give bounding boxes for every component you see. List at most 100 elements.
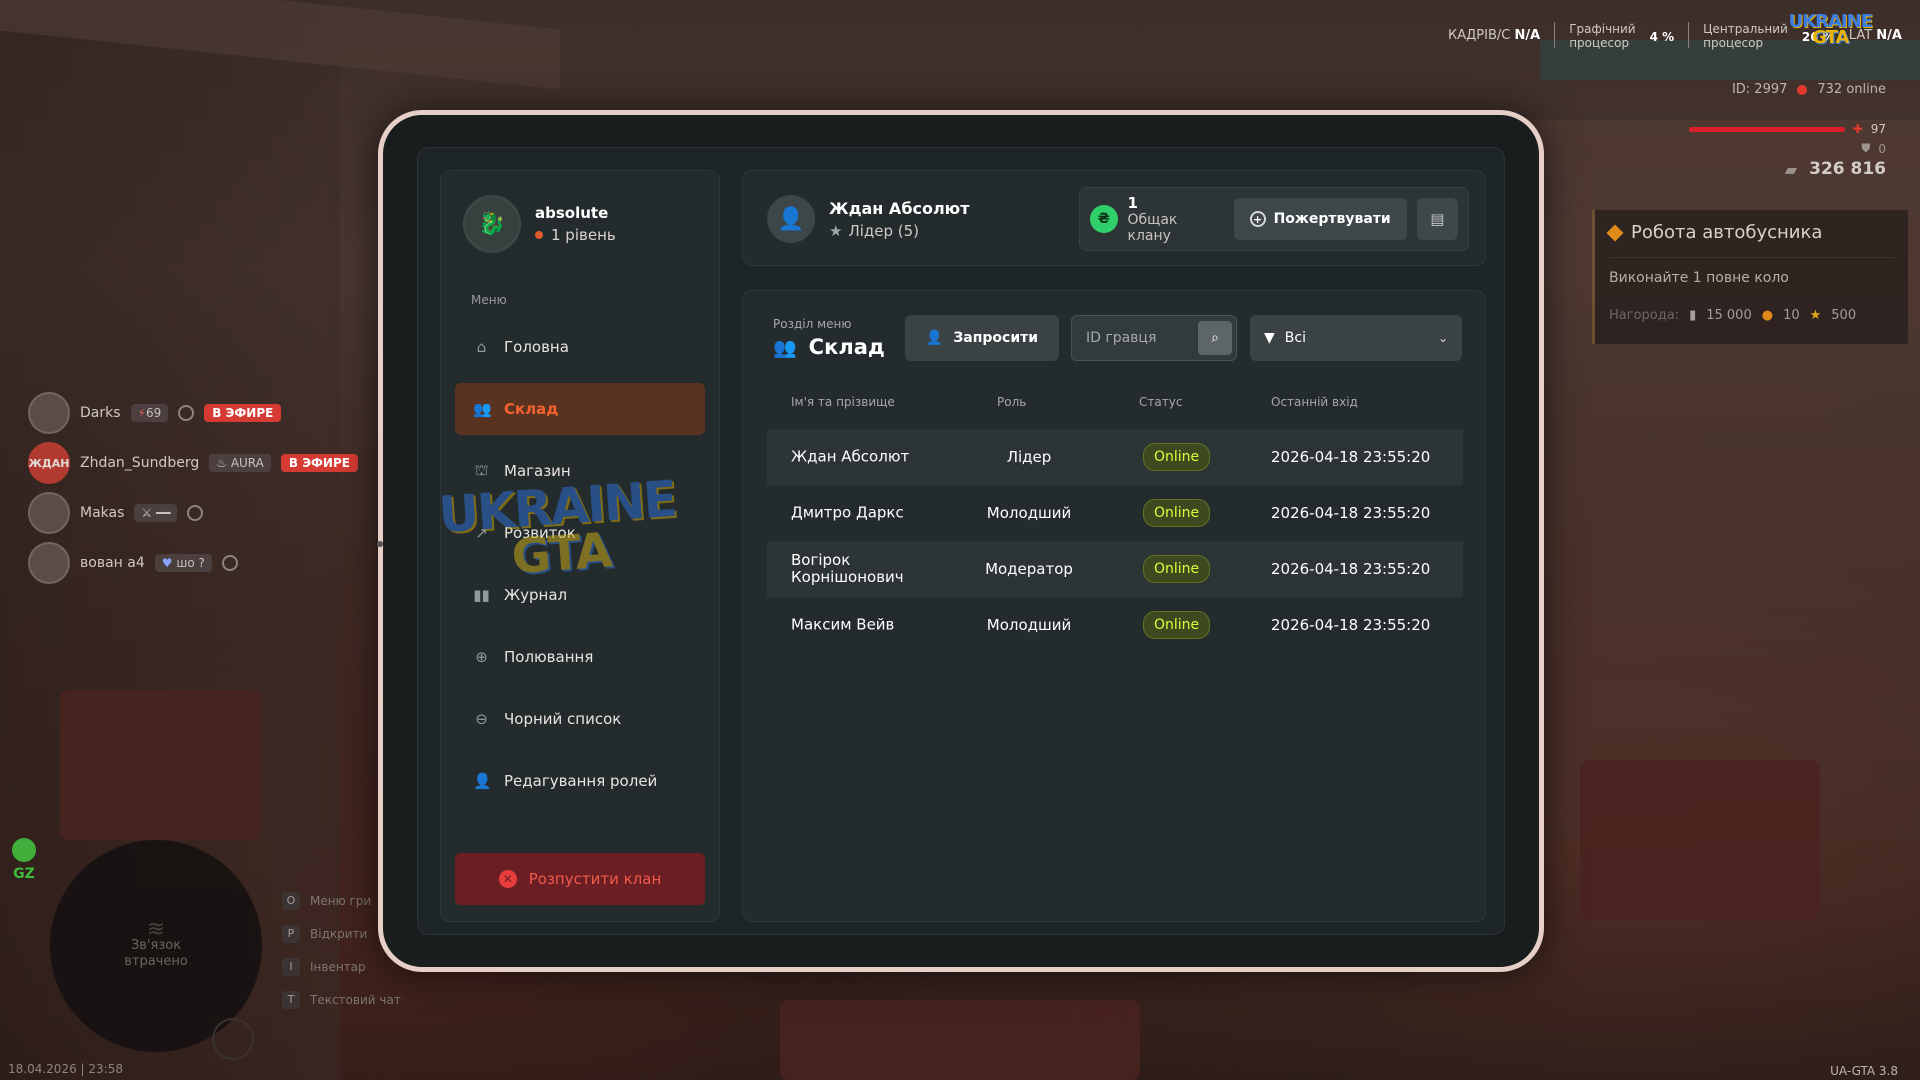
microphone-icon — [212, 1018, 254, 1060]
sidebar-item-development[interactable]: ↗ Розвиток — [455, 507, 705, 559]
performance-hud: КАДРІВ/С N/A Графічний процесор 4 % Цент… — [1448, 13, 1902, 51]
scene-chair — [1580, 760, 1820, 920]
hotkey-label: Інвентар — [310, 959, 366, 974]
player-id-search: ⌕ — [1071, 315, 1237, 361]
bank-caption: Общак клану — [1127, 212, 1178, 244]
scene-chair — [60, 690, 260, 840]
clan-header-card: 👤 Ждан Абсолют ★ Лідер (5) ₴ 1 Общак клан… — [742, 170, 1486, 266]
user-icon: 👤 — [767, 195, 815, 243]
star-icon: ★ — [829, 221, 843, 240]
player-tag: ♥ шо ? — [154, 554, 212, 572]
table-row[interactable]: Дмитро Даркс Молодший Online 2026-04-18 … — [767, 485, 1463, 541]
money-value: 326 816 — [1809, 159, 1886, 179]
server-logo: UKRAINE GTA — [1789, 13, 1873, 48]
quest-description: Виконайте 1 повне коло — [1609, 257, 1894, 286]
column-header-name: Ім'я та прізвище — [791, 395, 895, 409]
member-last-login: 2026-04-18 23:55:20 — [1271, 560, 1431, 578]
role-filter-select[interactable]: ▼ Всі ⌄ — [1250, 315, 1462, 361]
hotkey-key: I — [282, 957, 300, 976]
bolt-icon: ⚡ — [137, 406, 146, 420]
health-value: 97 — [1870, 122, 1886, 136]
reward-star-icon: ★ — [1809, 308, 1822, 323]
cpu-label-2: процесор — [1703, 36, 1764, 50]
archive-box-button[interactable]: ▤ — [1416, 198, 1458, 240]
fps-value: N/A — [1514, 28, 1541, 43]
reward-coins: 10 — [1783, 308, 1800, 323]
archive-icon: ▤ — [1430, 210, 1445, 228]
on-air-badge: В ЭФИРЕ — [204, 404, 282, 422]
sidebar-item-home[interactable]: ⌂ Головна — [455, 321, 705, 373]
sidebar-item-label: Магазин — [504, 462, 571, 480]
sidebar-item-shop[interactable]: ⛫ Магазин — [455, 445, 705, 497]
sidebar-item-label: Склад — [504, 400, 559, 418]
section-title-row: 👥 Склад — [773, 335, 885, 359]
reward-label: Нагорода: — [1609, 308, 1680, 323]
member-name: Максим Вейв — [791, 615, 895, 634]
clan-bank: ₴ 1 Общак клану + Пожертвувати ▤ — [1079, 187, 1469, 251]
member-last-login: 2026-04-18 23:55:20 — [1271, 504, 1431, 522]
player-avatar — [28, 542, 70, 584]
player-id: ID: 2997 — [1731, 82, 1788, 97]
member-name: Вогірок Корнішонович — [791, 551, 904, 586]
search-button[interactable]: ⌕ — [1198, 321, 1232, 355]
disband-clan-button[interactable]: ✕ Розпустити клан — [455, 853, 705, 905]
player-avatar — [28, 392, 70, 434]
sidebar-item-label: Головна — [504, 338, 569, 356]
member-role: Лідер — [1006, 448, 1052, 466]
lat-value: N/A — [1876, 28, 1902, 43]
reward-coin-icon: ● — [1761, 308, 1774, 323]
table-row[interactable]: Максим Вейв Молодший Online 2026-04-18 2… — [767, 597, 1463, 653]
eye-icon — [178, 405, 195, 421]
gpu-label: Графічний процесор — [1569, 22, 1635, 50]
sidebar-item-blacklist[interactable]: ⊖ Чорний список — [455, 693, 705, 745]
health-bar: ✚ 97 — [1688, 122, 1886, 136]
filter-value: Всі — [1284, 330, 1306, 346]
sidebar-item-hunting[interactable]: ⊕ Полювання — [455, 631, 705, 683]
donate-button[interactable]: + Пожертвувати — [1233, 198, 1407, 240]
cpu-label-1: Центральний — [1703, 22, 1788, 36]
member-last-login: 2026-04-18 23:55:20 — [1271, 448, 1431, 466]
player-tag: ⚔ ━━ — [134, 504, 178, 522]
user-add-icon: 👤 — [925, 330, 944, 346]
profile-level-row: 1 рівень — [535, 226, 616, 244]
armor-value: 0 — [1878, 141, 1886, 156]
leader-block: 👤 Ждан Абсолют ★ Лідер (5) — [767, 195, 970, 243]
quest-reward: Нагорода: ▮ 15 000 ● 10 ★ 500 — [1609, 308, 1894, 323]
column-header-role: Роль — [997, 395, 1027, 409]
column-header-last-login: Останній вхід — [1271, 395, 1358, 409]
invite-button[interactable]: 👤 Запросити — [905, 315, 1059, 361]
table-row[interactable]: Вогірок Корнішонович Модератор Online 20… — [767, 541, 1463, 597]
level-dot-icon — [535, 231, 543, 239]
player-id-input[interactable] — [1086, 330, 1198, 346]
game-version: UA-GTA 3.8 — [1830, 1064, 1898, 1078]
member-name: Ждан Абсолют — [791, 447, 910, 466]
hryvnia-coin-icon: ₴ — [1090, 205, 1118, 233]
profile-name: absolute — [535, 204, 609, 222]
leader-role-row: ★ Лідер (5) — [829, 222, 970, 240]
reward-money: 15 000 — [1706, 308, 1752, 323]
shield-icon: ⛊ — [1861, 141, 1871, 155]
member-name: Дмитро Даркс — [791, 503, 904, 522]
cpu-label: Центральний процесор — [1703, 22, 1788, 50]
status-badge: Online — [1143, 555, 1211, 583]
clan-tablet: 🐉 absolute 1 рівень Меню ⌂ Головна 👥 Склад… — [377, 110, 1544, 972]
sidebar-item-label: Розвиток — [504, 524, 576, 542]
user-edit-icon: 👤 — [473, 772, 492, 790]
table-row[interactable]: Ждан Абсолют Лідер Online 2026-04-18 23:… — [767, 429, 1463, 485]
hotkey-label: Меню гри — [310, 893, 372, 908]
logo-subtext: GTA — [1812, 27, 1849, 48]
profile-avatar: 🐉 — [463, 195, 521, 253]
member-role: Молодший — [986, 504, 1072, 522]
status-badge: Online — [1143, 611, 1211, 639]
player-row: ЖДАН Zhdan_Sundberg ♨ AURA В ЭФИРЕ — [28, 438, 358, 488]
game-timestamp: 18.04.2026 | 23:58 — [8, 1062, 123, 1076]
player-name: Zhdan_Sundberg — [80, 455, 200, 471]
sword-icon: ⚔ ━━ — [141, 506, 171, 520]
status-badge: Online — [1143, 443, 1211, 471]
clan-sidebar: 🐉 absolute 1 рівень Меню ⌂ Головна 👥 Склад… — [440, 170, 720, 922]
sidebar-item-roster[interactable]: 👥 Склад — [455, 383, 705, 435]
sidebar-item-journal[interactable]: ▮▮ Журнал — [455, 569, 705, 621]
flame-icon: ♨ — [216, 456, 227, 470]
armor-readout: ⛊ 0 — [1861, 141, 1886, 156]
sidebar-item-edit-roles[interactable]: 👤 Редагування ролей — [455, 755, 705, 807]
